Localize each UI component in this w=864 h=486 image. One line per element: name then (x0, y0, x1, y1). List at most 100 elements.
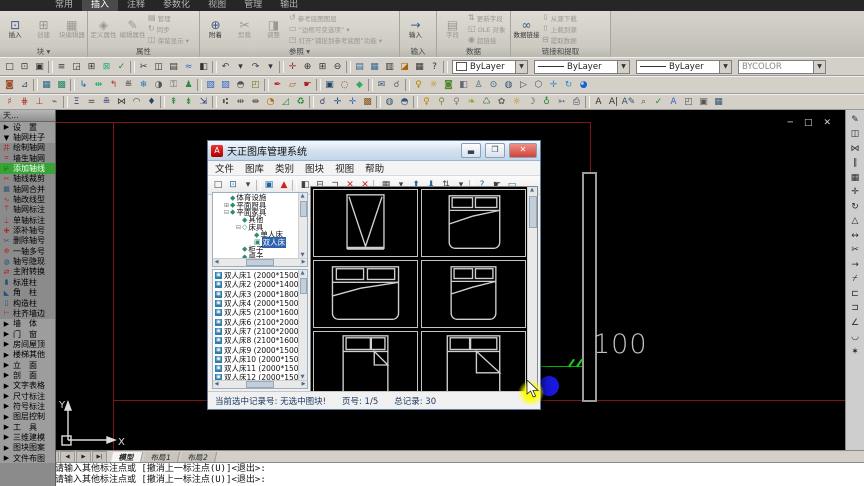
scroll-thumb[interactable] (246, 259, 274, 266)
screen-menu-item[interactable]: ▶ 文字表格 (0, 380, 55, 391)
save-icon[interactable]: ▣ (32, 60, 47, 73)
send-icon[interactable]: ➳ (554, 96, 569, 109)
close-button[interactable]: ✕ (509, 143, 537, 158)
scroll-up-icon[interactable]: ▲ (299, 193, 306, 200)
bed-preview-cell[interactable] (421, 331, 526, 392)
zoom-window-icon[interactable]: ⊞ (315, 60, 330, 73)
screen-menu-item[interactable]: ▶ 墙 体 (0, 318, 55, 329)
screen-menu-item[interactable]: 井 绘制轴网 (0, 143, 55, 153)
open-icon[interactable]: ⊡ (17, 60, 32, 73)
panel-name-import[interactable]: 输入 (400, 46, 436, 57)
screen-menu-title[interactable]: 天... (0, 110, 55, 122)
bed-preview-cell[interactable] (313, 260, 418, 328)
scroll-up-icon[interactable]: ▲ (299, 270, 306, 277)
scroll-left-icon[interactable]: ◀ (213, 259, 220, 266)
id-point-icon[interactable]: ☛ (300, 79, 315, 92)
sun2-icon[interactable]: ☼ (509, 96, 524, 109)
markup-icon[interactable]: ✓ (114, 60, 129, 73)
etransmit-icon[interactable]: ✉ (374, 79, 389, 92)
align-top-icon[interactable]: Ξ (69, 96, 84, 109)
trim-icon[interactable]: ✂ (848, 244, 862, 257)
extend-icon[interactable]: → (848, 258, 862, 271)
mirror-icon[interactable]: ⋈ (848, 142, 862, 155)
screen-menu-item[interactable]: ◣ 角 柱 (0, 288, 55, 298)
match-properties-icon[interactable]: ≈ (181, 60, 196, 73)
snap-polar-icon[interactable]: ⊥ (32, 96, 47, 109)
axis-grid-icon[interactable]: ⑆ (218, 96, 233, 109)
image-frame-icon[interactable]: ◰ (248, 79, 263, 92)
color-dropdown[interactable]: ByLayer ▼ (452, 59, 528, 74)
wall-dn-icon[interactable]: ⇟ (181, 96, 196, 109)
menu-item[interactable]: 图块 (305, 161, 324, 175)
text-find-icon[interactable]: ⌕ (636, 96, 651, 109)
pick-icon[interactable]: ☌ (315, 96, 330, 109)
dialog-titlebar[interactable]: A 天正图库管理系统 ▃ ❐ ✕ (208, 141, 540, 161)
screen-menu-item[interactable]: ▶ 楼梯其他 (0, 349, 55, 360)
ribbon-tab[interactable]: 视图 (199, 0, 235, 11)
layout-tab[interactable]: 模型 (110, 451, 144, 463)
frame-option-button[interactable]: ▭ “边框可变选项” ▾ (289, 24, 382, 34)
column-icon[interactable]: ♦ (144, 96, 159, 109)
orbit-icon[interactable]: ⊙ (486, 79, 501, 92)
zoom-realtime-icon[interactable]: ⊕ (300, 60, 315, 73)
wall-up-icon[interactable]: ⇞ (166, 96, 181, 109)
scroll-right-icon[interactable]: ▶ (300, 259, 307, 266)
category-tree[interactable]: ◆ 体育设施 ⊞ ◆ 平面厨具 ⊟ ◆ 平面家具 ◆ 其他 ⊟ ◇ 床具 ◆ 单… (212, 192, 308, 267)
dist-icon[interactable]: ✒ (270, 79, 285, 92)
tree-vscrollbar[interactable]: ▲ ▼ (298, 193, 307, 259)
restore-button[interactable]: ❐ (485, 143, 505, 158)
erase-icon[interactable]: ✎ (848, 113, 862, 126)
rotate-icon[interactable]: ↻ (848, 200, 862, 213)
showmotion-icon[interactable]: ▷ (516, 79, 531, 92)
define-attr-button[interactable]: ◈ 定义属性 (90, 12, 117, 45)
fillet-icon[interactable]: ◡ (848, 331, 862, 344)
screen-menu-item[interactable]: ⊕ 一轴多号 (0, 246, 55, 256)
align-mid-icon[interactable]: = (84, 96, 99, 109)
text-ai-icon[interactable]: A| (606, 96, 621, 109)
stretch-icon[interactable]: ↔ (848, 229, 862, 242)
scroll-thumb[interactable] (300, 278, 307, 294)
ribbon-tab[interactable]: 输出 (271, 0, 307, 11)
spell-icon[interactable]: ✓ (651, 96, 666, 109)
bed-preview-cell[interactable] (421, 260, 526, 328)
ribbon-tab[interactable]: 参数化 (154, 0, 199, 11)
layout-tab[interactable]: 布局1 (142, 451, 180, 463)
ribbon-tab[interactable]: 插入 (82, 0, 119, 11)
plot-preview-icon[interactable]: ◲ (69, 60, 84, 73)
extract-data-button[interactable]: ⊟ 提取数据 (542, 35, 577, 45)
screen-menu-item[interactable]: ▶ 立 面 (0, 359, 55, 371)
field-button[interactable]: ▤ 字段 (439, 12, 466, 45)
clip-button[interactable]: ✂ 剪裁 (231, 12, 258, 45)
manage-attr-button[interactable]: ▤ 管理 (148, 13, 189, 23)
screen-menu-item[interactable]: ✂ 删除轴号 (0, 236, 55, 246)
break-icon[interactable]: ⊏ (848, 287, 862, 300)
steering-icon[interactable]: ◍ (501, 79, 516, 92)
list-vscrollbar[interactable]: ▲ ▼ (298, 270, 307, 381)
text-style-icon[interactable]: A (666, 96, 681, 109)
screen-menu-item[interactable]: ▶ 剖 面 (0, 370, 55, 381)
layer-lock-icon[interactable]: ⚿ (166, 79, 181, 92)
block-list[interactable]: ▣ 双人床1 (2000*1500) ▣ 双人床2 (2000*1400) ▣ … (212, 269, 308, 389)
panel-name-link-extract[interactable]: 链接和提取 (511, 46, 610, 57)
screen-menu-item[interactable]: ✚ 添补轴号 (0, 225, 55, 235)
text-box-icon[interactable]: ◰ (681, 96, 696, 109)
workspace-icon[interactable]: ◙ (2, 79, 17, 92)
panel-name-block[interactable]: 块 ▾ (0, 46, 87, 57)
move-cross2-icon[interactable]: ✛ (345, 96, 360, 109)
open-library-icon[interactable]: ⊡ (226, 178, 240, 192)
new-frame-icon[interactable]: ▣ (262, 178, 276, 192)
screen-menu-item[interactable]: ⊢ 柱齐墙边 (0, 308, 55, 318)
cut-icon[interactable]: ✂ (136, 60, 151, 73)
minimize-button[interactable]: ▃ (461, 143, 481, 158)
layer-walk-icon[interactable]: ♟ (181, 79, 196, 92)
region-icon[interactable]: ◆ (352, 79, 367, 92)
calculator-icon[interactable]: ▦ (412, 60, 427, 73)
scroll-thumb[interactable] (246, 381, 274, 388)
explode-icon[interactable]: ✶ (848, 345, 862, 358)
tool-palettes-icon[interactable]: ▥ (382, 60, 397, 73)
import-button[interactable]: → 输入 (402, 12, 429, 45)
3drotate-icon[interactable]: ↻ (561, 79, 576, 92)
dwf-icon[interactable]: ⊠ (99, 60, 114, 73)
screen-menu-item[interactable]: ▶ 文件布图 (0, 453, 55, 464)
ole-object-button[interactable]: ◱ OLE 对象 (468, 24, 505, 34)
